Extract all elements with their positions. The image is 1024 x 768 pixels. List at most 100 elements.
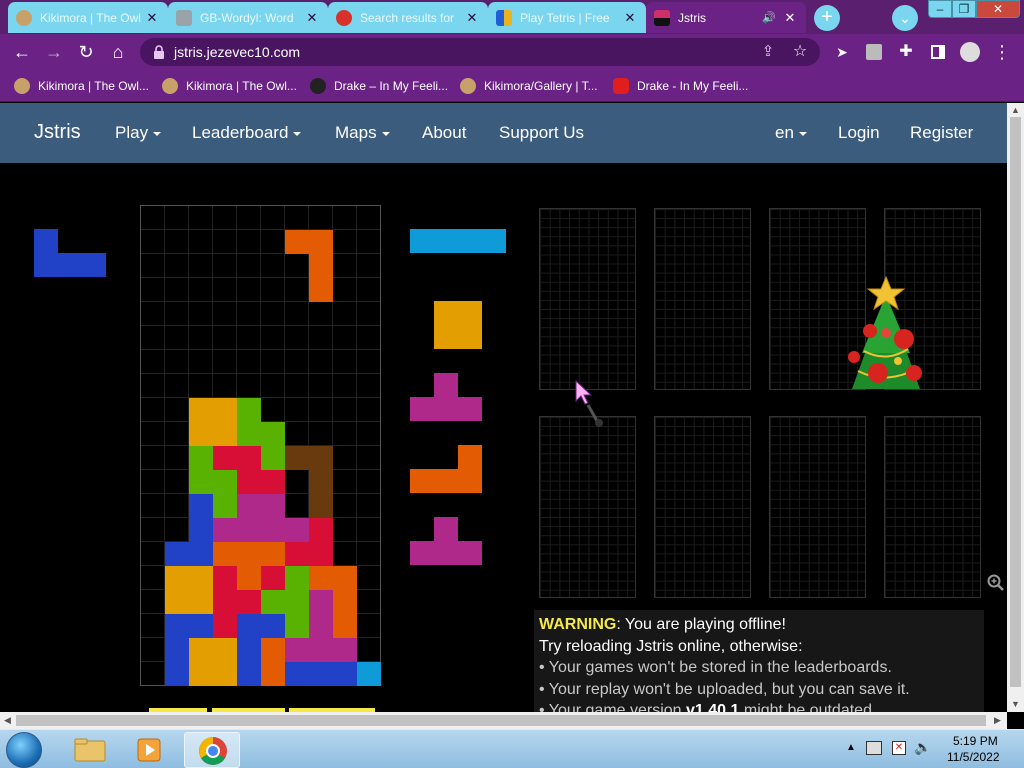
owl-coin-icon	[14, 78, 30, 94]
nav-language[interactable]: en	[775, 123, 807, 143]
horizontal-scrollbar[interactable]: ◀ ▶	[0, 712, 1007, 729]
close-icon[interactable]: ✕	[622, 10, 638, 26]
tab-play-tetris[interactable]: Play Tetris | Free ✕	[488, 2, 646, 33]
board-cell	[165, 614, 189, 638]
extensions-puzzle-icon[interactable]: ✚	[892, 38, 920, 66]
close-icon[interactable]: ✕	[782, 10, 798, 26]
next-piece-t	[410, 541, 482, 565]
christmas-tree-icon	[848, 275, 922, 389]
clock-time[interactable]: 5:19 PM	[953, 734, 998, 748]
close-icon[interactable]: ✕	[144, 10, 160, 26]
tetris-icon	[496, 9, 512, 26]
board-cell	[189, 398, 213, 422]
opponent-board	[539, 208, 636, 390]
bookmark-item[interactable]: Kikimora/Gallery | T...	[460, 76, 598, 96]
board-cell	[213, 662, 237, 686]
board-cell	[309, 662, 333, 686]
warning-headline: WARNING: You are playing offline!	[539, 614, 979, 636]
new-tab-button[interactable]: +	[814, 5, 840, 31]
minimize-button[interactable]: –	[928, 0, 952, 18]
board-cell	[237, 422, 261, 446]
site-logo[interactable]: Jstris	[34, 121, 81, 144]
chrome-taskbar-button[interactable]	[184, 732, 240, 768]
board-cell	[189, 446, 213, 470]
site-navbar: Jstris Play Leaderboard Maps About Suppo…	[0, 103, 1007, 163]
home-icon[interactable]: ⌂	[104, 38, 132, 66]
warning-headline-text: : You are playing offline!	[616, 616, 786, 633]
board-cell	[189, 470, 213, 494]
scroll-right-icon[interactable]: ▶	[994, 715, 1001, 726]
board-cell	[261, 470, 285, 494]
clock-date[interactable]: 11/5/2022	[947, 750, 1000, 764]
lock-icon[interactable]	[152, 44, 166, 60]
tab-kikimora[interactable]: Kikimora | The Owl ✕	[8, 2, 168, 33]
nav-maps[interactable]: Maps	[335, 123, 390, 143]
nav-register[interactable]: Register	[910, 123, 973, 143]
tab-search-button[interactable]: ⌄	[892, 5, 918, 31]
cursor-extension-icon[interactable]: ➤	[828, 38, 856, 66]
side-panel-icon[interactable]	[924, 38, 952, 66]
bookmark-item[interactable]: Kikimora | The Owl...	[162, 76, 297, 96]
bookmark-item[interactable]: Drake - In My Feeli...	[613, 76, 748, 96]
reload-icon[interactable]: ↻	[72, 38, 100, 66]
board-cell	[165, 638, 189, 662]
bookmark-item[interactable]: Kikimora | The Owl...	[14, 76, 149, 96]
menu-kebab-icon[interactable]: ⋮	[988, 38, 1016, 66]
close-icon[interactable]: ✕	[464, 10, 480, 26]
scroll-left-icon[interactable]: ◀	[4, 715, 11, 726]
forward-arrow-icon[interactable]: →	[40, 38, 68, 66]
nav-about[interactable]: About	[422, 123, 466, 143]
action-center-icon[interactable]: ✕	[892, 741, 906, 755]
game-board[interactable]	[140, 205, 381, 686]
file-explorer-button[interactable]	[62, 732, 118, 768]
board-cell	[189, 590, 213, 614]
scroll-thumb[interactable]	[16, 715, 986, 726]
board-cell	[189, 614, 213, 638]
board-cell	[237, 662, 261, 686]
bookmark-star-icon[interactable]: ☆	[788, 40, 812, 64]
window-close-button[interactable]: ✕	[976, 0, 1020, 18]
board-cell	[309, 278, 333, 302]
profile-avatar-icon[interactable]	[956, 38, 984, 66]
board-cell	[333, 662, 357, 686]
board-cell	[237, 566, 261, 590]
volume-icon[interactable]: 🔈	[914, 739, 931, 756]
back-arrow-icon[interactable]: ←	[8, 38, 36, 66]
board-cell	[237, 494, 261, 518]
board-cell	[165, 590, 189, 614]
maximize-button[interactable]: ❐	[952, 0, 976, 18]
nav-support-us[interactable]: Support Us	[499, 123, 584, 143]
network-icon[interactable]	[866, 741, 882, 755]
bookmark-item[interactable]: Drake – In My Feeli...	[310, 76, 448, 96]
nav-leaderboard[interactable]: Leaderboard	[192, 123, 302, 143]
show-hidden-icons[interactable]: ▲	[846, 742, 856, 753]
start-button[interactable]	[6, 732, 42, 768]
vertical-scrollbar[interactable]: ▲ ▼	[1007, 103, 1024, 712]
board-cell	[189, 422, 213, 446]
share-icon[interactable]: ⇪	[756, 40, 780, 64]
next-piece-t	[434, 373, 458, 397]
nav-login[interactable]: Login	[838, 123, 880, 143]
board-cell	[213, 638, 237, 662]
scroll-up-icon[interactable]: ▲	[1011, 105, 1020, 115]
scroll-thumb[interactable]	[1010, 117, 1021, 687]
tab-search-results[interactable]: Search results for ✕	[328, 2, 488, 33]
url-text[interactable]: jstris.jezevec10.com	[174, 44, 300, 60]
board-cell	[261, 614, 285, 638]
media-player-button[interactable]	[122, 732, 178, 768]
board-cell	[285, 662, 309, 686]
tab-jstris[interactable]: Jstris 🔊 ✕	[646, 2, 806, 33]
zoom-icon[interactable]	[987, 574, 1005, 592]
bookmarks-bar: Kikimora | The Owl... Kikimora | The Owl…	[0, 70, 1024, 102]
speaker-icon[interactable]: 🔊	[762, 11, 776, 24]
board-cell	[261, 518, 285, 542]
close-icon[interactable]: ✕	[304, 10, 320, 26]
extension-avatar-icon[interactable]	[860, 38, 888, 66]
nav-play[interactable]: Play	[115, 123, 162, 143]
board-cell	[333, 638, 357, 662]
address-bar[interactable]: jstris.jezevec10.com ⇪ ☆	[140, 38, 820, 66]
board-cell	[285, 446, 309, 470]
scroll-down-icon[interactable]: ▼	[1011, 699, 1020, 709]
tab-gb-wordyl[interactable]: GB-Wordyl: Word ✕	[168, 2, 328, 33]
board-cell	[285, 566, 309, 590]
